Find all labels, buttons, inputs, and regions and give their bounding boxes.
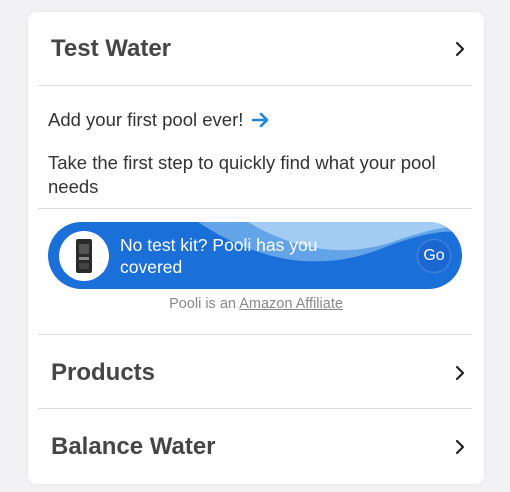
pool-card: Test Water Add your first pool ever! Tak… <box>28 12 484 484</box>
affiliate-prefix: Pooli is an <box>169 296 236 312</box>
arrow-right-icon <box>251 111 271 129</box>
add-pool-text: Add your first pool ever! <box>48 109 244 130</box>
divider <box>38 334 472 335</box>
chevron-right-icon <box>448 37 472 61</box>
onboarding-description: Take the first step to quickly find what… <box>48 152 436 197</box>
add-pool-link[interactable]: Add your first pool ever! <box>48 108 271 132</box>
divider <box>38 408 472 409</box>
test-kit-icon <box>59 231 109 281</box>
divider <box>38 85 472 86</box>
amazon-affiliate-link[interactable]: Amazon Affiliate <box>239 296 343 312</box>
chevron-right-icon <box>448 361 472 385</box>
products-row[interactable]: Products <box>38 356 472 390</box>
test-water-row[interactable]: Test Water <box>38 32 472 66</box>
balance-water-title: Balance Water <box>51 433 216 460</box>
test-water-title: Test Water <box>51 35 172 62</box>
chevron-right-icon <box>448 435 472 459</box>
divider <box>38 208 472 209</box>
go-button[interactable]: Go <box>418 240 450 272</box>
balance-water-row[interactable]: Balance Water <box>38 430 472 464</box>
affiliate-note: Pooli is an Amazon Affiliate <box>28 296 484 312</box>
test-kit-banner[interactable]: No test kit? Pooli has you covered Go <box>48 222 462 289</box>
banner-text: No test kit? Pooli has you covered <box>120 235 318 277</box>
products-title: Products <box>51 359 156 386</box>
